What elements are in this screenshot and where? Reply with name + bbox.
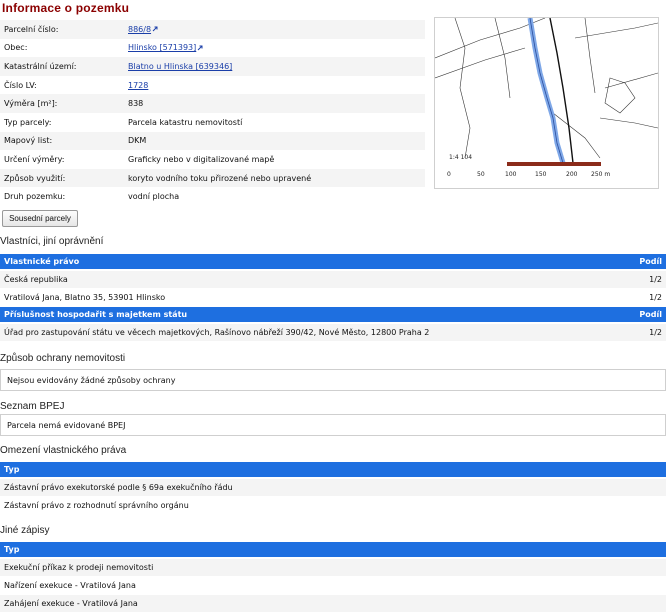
info-value: 838	[124, 94, 425, 113]
info-value: koryto vodního toku přirozené nebo uprav…	[124, 168, 425, 188]
restriction-row: Zástavní právo z rozhodnutí správního or…	[0, 497, 666, 514]
management-row: Úřad pro zastupování státu ve věcech maj…	[0, 324, 666, 341]
protection-heading: Způsob ochrany nemovitosti	[0, 353, 126, 364]
parcel-info-page: Informace o pozemku Parcelní číslo: 886/…	[0, 0, 669, 612]
owner-share: 1/2	[649, 275, 662, 284]
info-label: Parcelní číslo:	[0, 20, 124, 39]
management-share: 1/2	[649, 328, 662, 337]
info-row-land-use: Způsob využití: koryto vodního toku přir…	[0, 168, 425, 188]
owner-row: Česká republika 1/2	[0, 271, 666, 288]
info-row-area: Výměra [m²]: 838	[0, 94, 425, 113]
parcel-number-link[interactable]: 886/8	[128, 25, 151, 34]
protection-box: Nejsou evidovány žádné způsoby ochrany	[0, 369, 666, 391]
info-label: Určení výměry:	[4, 154, 65, 164]
owner-name: Vratilová Jana, Blatno 35, 53901 Hlinsko	[4, 293, 166, 302]
info-value: Graficky nebo v digitalizované mapě	[128, 154, 275, 164]
bpej-text: Parcela nemá evidované BPEJ	[7, 421, 126, 430]
info-value: vodní plocha	[128, 192, 180, 202]
ownership-type-header: Vlastnické právo	[4, 257, 80, 266]
bpej-heading: Seznam BPEJ	[0, 401, 65, 412]
other-record-text: Nařízení exekuce - Vratilová Jana	[4, 581, 136, 590]
owners-heading: Vlastníci, jiní oprávnění	[0, 236, 104, 247]
restrictions-heading: Omezení vlastnického práva	[0, 445, 127, 456]
other-records-heading: Jiné zápisy	[0, 525, 50, 536]
info-value: Parcela katastru nemovitostí	[128, 117, 243, 127]
external-link-icon[interactable]	[152, 26, 158, 32]
owner-name: Česká republika	[4, 275, 68, 284]
scale-tick: 50	[477, 171, 485, 178]
neighbor-parcels-button[interactable]: Sousední parcely	[2, 210, 78, 227]
municipality-link[interactable]: Hlinsko [571393]	[128, 43, 196, 52]
info-row-lv-number: Číslo LV: 1728	[0, 76, 425, 95]
restriction-row: Zástavní právo exekutorské podle § 69a e…	[0, 479, 666, 496]
other-record-text: Zahájení exekuce - Vratilová Jana	[4, 599, 138, 608]
other-record-text: Exekuční příkaz k prodeji nemovitosti	[4, 563, 154, 572]
info-row-land-type: Druh pozemku: vodní plocha	[0, 187, 425, 206]
info-label: Druh pozemku:	[4, 192, 66, 202]
owner-share: 1/2	[649, 293, 662, 302]
info-value: 886/8	[124, 20, 425, 39]
scale-tick: 200	[566, 171, 578, 178]
info-label: Katastrální území:	[0, 57, 124, 76]
scale-tick: 0	[447, 171, 451, 178]
owner-row: Vratilová Jana, Blatno 35, 53901 Hlinsko…	[0, 289, 666, 306]
other-record-row: Nařízení exekuce - Vratilová Jana	[0, 577, 666, 594]
restrictions-header: Typ	[0, 462, 666, 477]
info-label: Obec:	[4, 43, 28, 53]
ownership-header: Vlastnické právo Podíl	[0, 254, 666, 269]
info-label: Výměra [m²]:	[0, 94, 124, 113]
scale-bar	[507, 162, 601, 166]
other-record-row: Zahájení exekuce - Vratilová Jana	[0, 595, 666, 612]
page-title: Informace o pozemku	[2, 1, 130, 15]
parcel-map[interactable]: 1:4 104 0 50 100 150 200 250 m	[434, 17, 659, 189]
lv-number-link[interactable]: 1728	[128, 81, 148, 90]
info-row-map-sheet: Mapový list: DKM	[0, 131, 425, 151]
other-records-type-header: Typ	[4, 545, 20, 554]
info-row-area-determination: Určení výměry: Graficky nebo v digitaliz…	[0, 150, 425, 169]
info-value: Blatno u Hlinska [639346]	[124, 57, 425, 76]
management-share-header: Podíl	[639, 310, 662, 319]
management-type-header: Příslušnost hospodařit s majetkem státu	[4, 310, 188, 319]
parcel-info-table: Parcelní číslo: 886/8 Obec: Hlinsko [571…	[0, 20, 425, 206]
restriction-text: Zástavní právo exekutorské podle § 69a e…	[4, 483, 233, 492]
info-row-municipality: Obec: Hlinsko [571393]	[0, 39, 425, 58]
scale-tick: 250 m	[591, 171, 610, 178]
info-label: Typ parcely:	[4, 117, 52, 127]
protection-text: Nejsou evidovány žádné způsoby ochrany	[7, 376, 176, 385]
cadastral-area-link[interactable]: Blatno u Hlinska [639346]	[128, 62, 232, 71]
bpej-box: Parcela nemá evidované BPEJ	[0, 414, 666, 436]
management-header: Příslušnost hospodařit s majetkem státu …	[0, 307, 666, 322]
info-value: DKM	[124, 131, 425, 151]
map-scale-label: 1:4 104	[449, 154, 472, 161]
management-name: Úřad pro zastupování státu ve věcech maj…	[4, 328, 430, 337]
info-row-parcel-type: Typ parcely: Parcela katastru nemovitost…	[0, 113, 425, 132]
info-row-parcel-number: Parcelní číslo: 886/8	[0, 20, 425, 39]
info-label: Číslo LV:	[4, 80, 37, 90]
restrictions-type-header: Typ	[4, 465, 20, 474]
scale-ticks: 0 50 100 150 200 250 m	[447, 171, 610, 178]
info-label: Způsob využití:	[0, 168, 124, 188]
scale-tick: 100	[505, 171, 517, 178]
other-records-header: Typ	[0, 542, 666, 557]
info-row-cadastral-area: Katastrální území: Blatno u Hlinska [639…	[0, 57, 425, 76]
info-label: Mapový list:	[0, 131, 124, 151]
other-record-row: Exekuční příkaz k prodeji nemovitosti	[0, 559, 666, 576]
scale-tick: 150	[535, 171, 547, 178]
external-link-icon[interactable]	[197, 45, 203, 51]
ownership-share-header: Podíl	[639, 257, 662, 266]
info-value: 1728	[124, 76, 425, 95]
restriction-text: Zástavní právo z rozhodnutí správního or…	[4, 501, 189, 510]
map-drawing: 1:4 104 0 50 100 150 200 250 m	[434, 17, 659, 178]
info-value: Hlinsko [571393]	[124, 39, 425, 58]
